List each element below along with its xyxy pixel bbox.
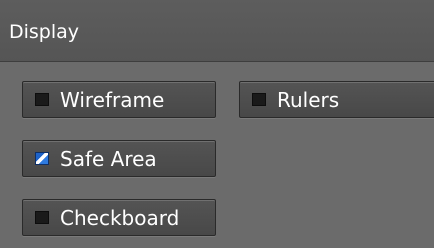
- rulers-toggle-button[interactable]: Rulers: [239, 81, 434, 118]
- safe-area-checkbox-icon[interactable]: [35, 152, 49, 165]
- wireframe-toggle-button[interactable]: Wireframe: [22, 81, 216, 118]
- rulers-checkbox-icon[interactable]: [252, 93, 266, 106]
- checkboard-toggle-button[interactable]: Checkboard: [22, 199, 216, 236]
- display-panel: Display Wireframe Rulers Safe Area Check…: [0, 0, 434, 248]
- panel-title: Display: [9, 21, 80, 43]
- checkboard-checkbox-icon[interactable]: [35, 211, 49, 224]
- wireframe-label: Wireframe: [60, 88, 165, 112]
- safe-area-toggle-button[interactable]: Safe Area: [22, 140, 216, 177]
- rulers-label: Rulers: [277, 88, 340, 112]
- safe-area-label: Safe Area: [60, 147, 157, 171]
- wireframe-checkbox-icon[interactable]: [35, 93, 49, 106]
- checkboard-label: Checkboard: [60, 206, 180, 230]
- panel-header[interactable]: Display: [0, 0, 434, 62]
